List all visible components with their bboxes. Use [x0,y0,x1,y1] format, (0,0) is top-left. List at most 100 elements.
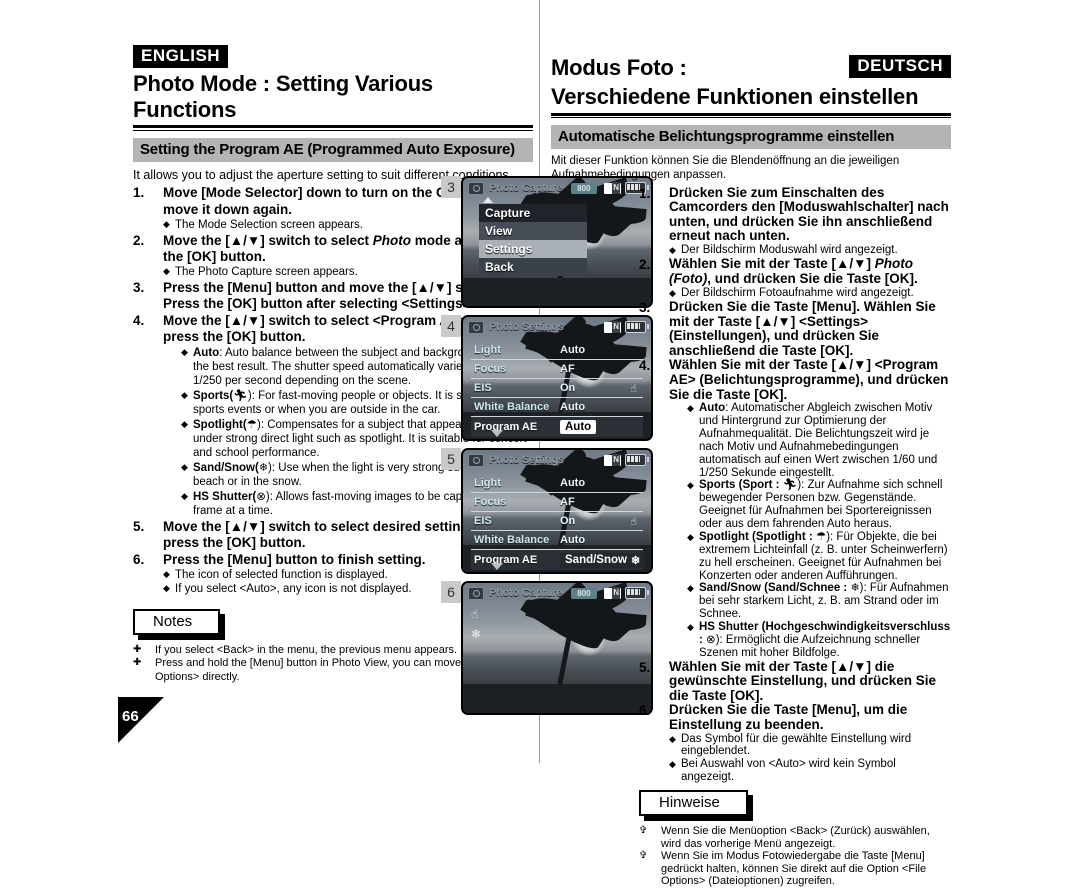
page-title-german-line1: Modus Foto : [551,55,687,80]
step-bullet: ◆ Der Bildschirm Fotoaufnahme wird angez… [669,287,951,301]
diamond-bullet-icon: ◆ [687,480,694,491]
settings-label: Program AE [474,554,538,566]
lcd-overlay-icons: ☝︎ ❄︎ [471,607,481,647]
step-number: 1. [133,185,145,201]
note-item: ✞ Wenn Sie die Menüoption <Back> (Zurück… [639,825,951,850]
mode-bullet-text: Sports (Sport : 🏃︎): Zur Aufnahme sich s… [699,479,951,531]
page-number-text: 66 [122,708,139,725]
title-rule-thin [551,117,951,119]
settings-label: Light [474,344,501,356]
mode-bullet: ◆ Sand/Snow (Sand/Schnee : ❄︎): Für Aufn… [687,582,951,621]
snowflake-icon: ❄︎ [471,627,482,641]
diamond-bullet-icon: ◆ [687,531,694,542]
mode-bullet-text: Sand/Snow (Sand/Schnee : ❄︎): Für Aufnah… [699,582,951,621]
language-tag-english: ENGLISH [133,45,229,68]
diamond-bullet-icon: ◆ [163,219,170,230]
camera-icon [468,453,484,467]
step-item: 6. Drücken Sie die Taste [Menu], um die … [639,703,951,784]
diamond-bullet-icon: ◆ [181,389,188,400]
diamond-bullet-icon: ◆ [687,583,694,594]
notes-label: Notes [133,608,221,635]
camera-icon [468,181,484,195]
hs-shutter-icon: ⊗ [256,490,266,503]
mode-bullet: ◆ Spotlight (Spotlight : ☂︎): Für Objekt… [687,531,951,583]
camera-icon [468,320,484,334]
screenshot-badge: 3 [441,176,461,198]
mode-name: HS Shutter [193,490,253,503]
mode-desc: ): Ermöglicht die Aufzeichnung schneller… [699,633,921,659]
spotlight-icon: ☂︎ [246,418,257,431]
step-item: 5. Wählen Sie mit der Taste [▲/▼] die ge… [639,658,951,704]
mode-name: Auto [699,402,726,415]
mode-name: Sports [193,389,230,402]
settings-label: White Balance [474,401,550,413]
mode-bullet: ◆ HS Shutter (Hochgeschwindigkeitsversch… [687,621,951,660]
note-bullet-icon: ✞ [639,825,648,837]
step-item: 4. Wählen Sie mit der Taste [▲/▼] <Progr… [639,358,951,659]
step-text-italic: Photo [372,232,412,248]
step-bullet: ◆ Das Symbol für die gewählte Einstellun… [669,733,951,759]
step-text: Wählen Sie mit der Taste [▲/▼] die gewün… [669,658,937,703]
step-text: Drücken Sie zum Einschalten des Camcorde… [669,184,949,244]
hand-icon: ☝︎ [471,607,479,621]
section-heading-german: Automatische Belichtungsprogramme einste… [551,125,951,150]
scroll-down-caret-icon [491,430,503,437]
step-text: Wählen Sie mit der Taste [▲/▼] Photo (Fo… [669,257,951,286]
step-item: 3. Drücken Sie die Taste [Menu]. Wählen … [639,299,951,358]
mode-bullet-text: Auto: Automatischer Abgleich zwischen Mo… [699,402,951,479]
step-bullet-text: Das Symbol für die gewählte Einstellung … [681,732,912,758]
mode-bullet-list-german: ◆ Auto: Automatischer Abgleich zwischen … [687,402,951,660]
mode-name: Sports (Sport : [699,479,780,492]
note-bullet-icon: ✚ [133,657,142,669]
notes-section-german: Hinweise ✞ Wenn Sie die Menüoption <Back… [639,790,951,888]
mode-bullet: ◆ Auto: Automatischer Abgleich zwischen … [687,402,951,479]
mode-name: Spotlight [193,418,243,431]
note-bullet-icon: ✚ [133,643,142,655]
step-text: Wählen Sie mit der Taste [▲/▼] <Program … [669,357,949,402]
mode-desc: : Automatischer Abgleich zwischen Motiv … [699,402,938,479]
diamond-bullet-icon: ◆ [669,733,676,744]
settings-label: Program AE [474,421,538,433]
step-list-german: 1. Drücken Sie zum Einschalten des Camco… [639,184,951,784]
intro-text-german: Mit dieser Funktion können Sie die Blend… [551,155,900,181]
diamond-bullet-icon: ◆ [163,583,170,594]
step-text: Drücken Sie die Taste [Menu], um die Ein… [669,702,908,732]
page-title-english: Photo Mode : Setting Various Functions [133,70,433,122]
manual-page: ENGLISH Photo Mode : Setting Various Fun… [0,0,1080,887]
sports-runner-icon: 🏃︎ [233,389,248,402]
mode-name: Sand/Snow (Sand/Schnee : [699,582,848,595]
step-number: 3. [639,300,651,316]
title-rule-thin [133,129,533,131]
scroll-down-caret-icon [491,563,503,570]
title-rule [133,125,533,129]
mode-name: Sand/Snow [193,461,255,474]
language-tag-german: DEUTSCH [849,55,951,78]
notes-list-german: ✞ Wenn Sie die Menüoption <Back> (Zurück… [639,825,951,888]
settings-label: EIS [474,382,492,394]
step-number: 3. [133,279,145,295]
step-text: Drücken Sie die Taste [Menu]. Wählen Sie… [669,299,936,358]
mode-bullet: ◆ Sports (Sport : 🏃︎): Zur Aufnahme sich… [687,479,951,531]
step-bullet-text: Bei Auswahl von <Auto> wird kein Symbol … [681,758,896,784]
step-text-pre: Wählen Sie mit der Taste [▲/▼] [669,256,875,272]
notes-label: Hinweise [639,790,748,817]
screenshot-badge: 4 [441,315,461,337]
step-number: 5. [133,518,145,534]
step-text-post: , und drücken Sie die Taste [OK]. [707,271,918,287]
diamond-bullet-icon: ◆ [181,490,188,501]
hs-shutter-icon: ⊗ [706,633,716,646]
settings-label: Focus [474,363,507,375]
note-item: ✞ Wenn Sie im Modus Fotowiedergabe die T… [639,850,951,888]
step-number: 2. [639,257,651,273]
title-rule [551,112,951,116]
step-bullet-text: Der Bildschirm Moduswahl wird angezeigt. [681,243,898,256]
diamond-bullet-icon: ◆ [687,403,694,414]
mode-bullet-text: HS Shutter (Hochgeschwindigkeitsverschlu… [699,621,951,660]
german-column: Modus Foto : DEUTSCH Verschiedene Funkti… [551,45,951,888]
step-number: 5. [639,659,651,675]
scroll-up-caret-icon [483,197,493,203]
sports-runner-icon: 🏃︎ [782,479,798,492]
step-number: 6. [639,703,651,719]
step-number: 6. [133,551,145,567]
screenshot-badge: 5 [441,448,461,470]
